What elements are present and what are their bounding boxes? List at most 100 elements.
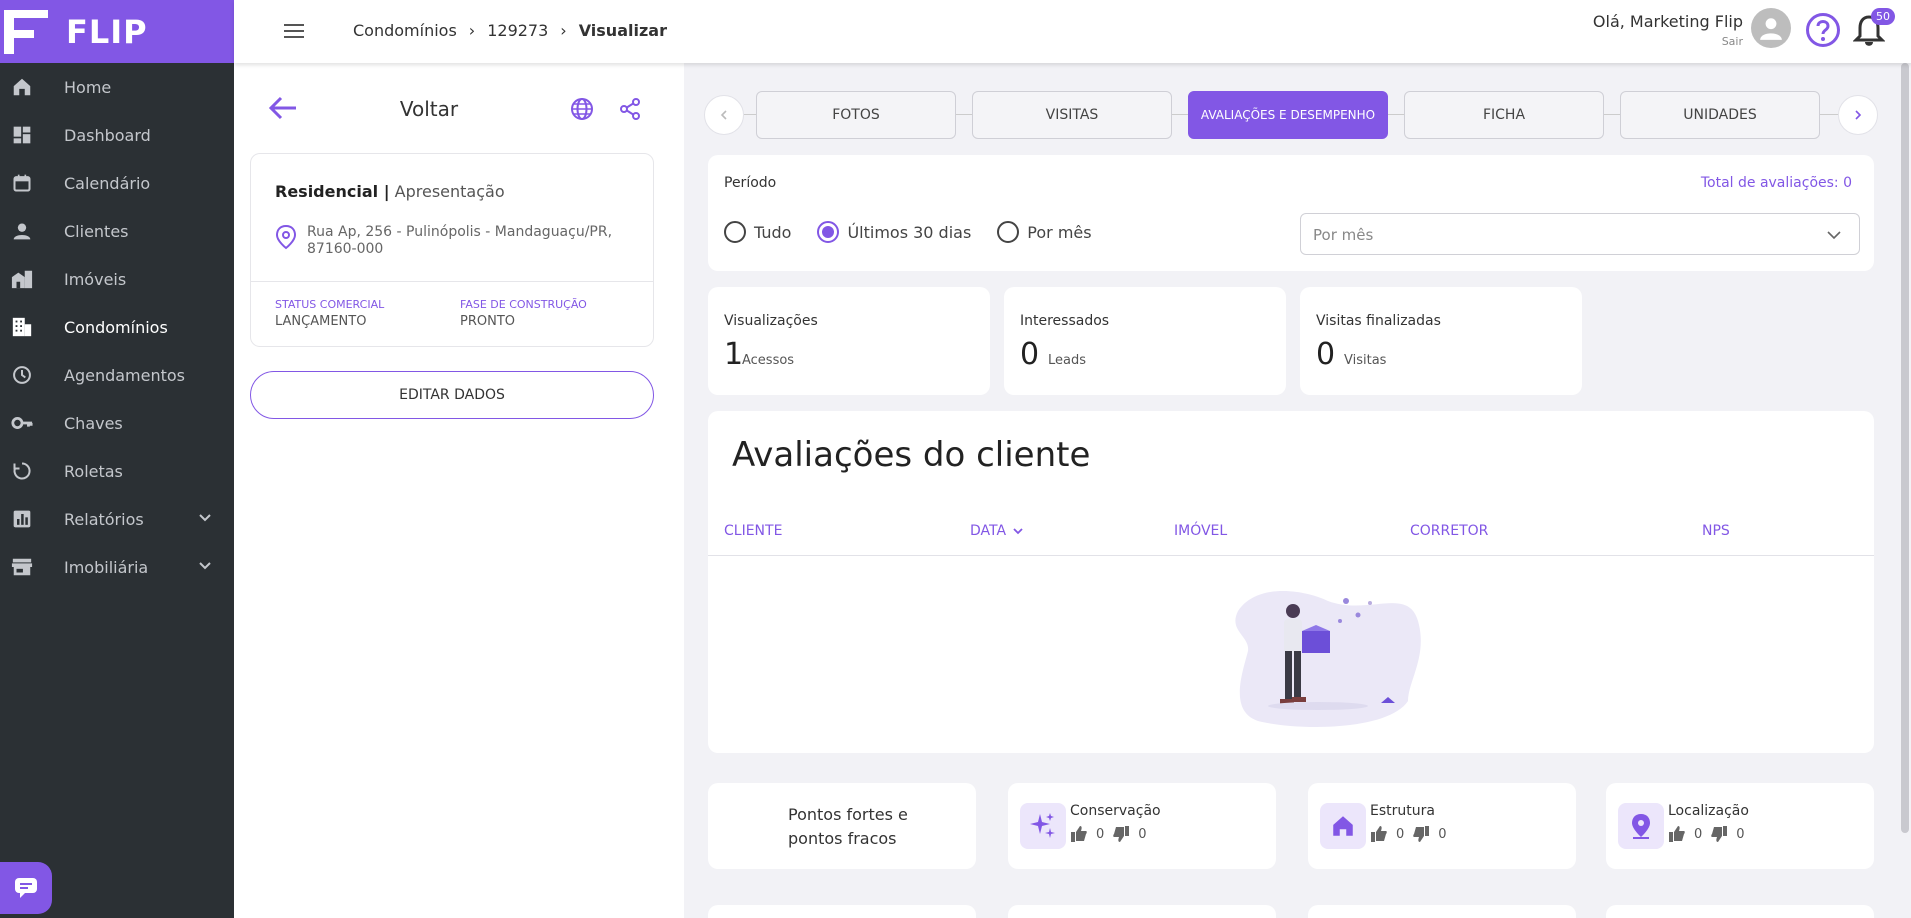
criterion-name: Conservação	[1070, 803, 1161, 819]
status-label: STATUS COMERCIAL	[275, 298, 385, 311]
sidebar-item-properties[interactable]: Imóveis	[0, 255, 234, 303]
tab-prev-button[interactable]	[704, 95, 744, 135]
flip-logo-icon	[4, 9, 48, 54]
notification-badge: 50	[1871, 8, 1895, 25]
stat-unit: Visitas	[1344, 353, 1387, 368]
location-pin-icon	[275, 224, 297, 250]
thumbs-up-icon[interactable]	[1370, 825, 1388, 843]
sidebar-item-agency[interactable]: Imobiliária	[0, 543, 234, 591]
tab-sheet[interactable]: FICHA	[1404, 91, 1604, 139]
logout-link[interactable]: Sair	[1593, 35, 1743, 48]
property-subtitle: Apresentação	[394, 182, 505, 201]
sidebar-item-home[interactable]: Home	[0, 63, 234, 111]
breadcrumb-condominiums[interactable]: Condomínios	[353, 21, 457, 40]
tab-next-button[interactable]	[1838, 95, 1878, 135]
down-count: 0	[1438, 826, 1447, 842]
property-panel: Voltar Residencial | Apresentação Rua Ap…	[234, 63, 684, 918]
sidebar-item-label: Condomínios	[64, 317, 168, 337]
total-reviews: Total de avaliações: 0	[1700, 175, 1852, 191]
thumbs-down-icon[interactable]	[1412, 825, 1430, 843]
divider	[708, 555, 1874, 556]
strengths-title-line: Pontos fortes e	[788, 805, 908, 824]
share-icon[interactable]	[618, 97, 642, 121]
radio-circle	[817, 221, 840, 243]
criterion-name: Estrutura	[1370, 803, 1435, 819]
sidebar-item-dashboard[interactable]: Dashboard	[0, 111, 234, 159]
phase-label: FASE DE CONSTRUÇÃO	[460, 298, 587, 311]
sidebar-item-label: Calendário	[64, 173, 151, 193]
stat-title: Visualizações	[724, 313, 818, 329]
tab-bar: FOTOS VISITAS AVALIAÇÕES E DESEMPENHO FI…	[704, 91, 1904, 139]
radio-label: Últimos 30 dias	[847, 222, 972, 242]
empty-box-illustration	[1235, 591, 1421, 727]
avatar[interactable]	[1751, 8, 1791, 48]
thumbs-up-icon[interactable]	[1668, 825, 1686, 843]
user-greeting: Olá, Marketing Flip Sair	[1593, 12, 1743, 48]
breadcrumb-id[interactable]: 129273	[487, 21, 548, 40]
sidebar-item-schedules[interactable]: Agendamentos	[0, 351, 234, 399]
thumbs-up-icon[interactable]	[1070, 825, 1088, 843]
stat-value: 1	[724, 337, 744, 372]
property-address: Rua Ap, 256 - Pulinópolis - Mandaguaçu/P…	[275, 224, 627, 258]
sidebar-item-label: Home	[64, 77, 112, 97]
chevron-right-icon	[1855, 110, 1862, 120]
column-date[interactable]: DATA	[970, 523, 1024, 539]
sidebar-item-condominiums[interactable]: Condomínios	[0, 303, 234, 351]
edit-data-button[interactable]: EDITAR DADOS	[250, 371, 654, 419]
thumbs-down-icon[interactable]	[1112, 825, 1130, 843]
clock-icon	[10, 363, 34, 387]
stat-value: 0	[1316, 337, 1336, 372]
sidebar: FLIP Home Dashboard Calendário Clientes …	[0, 0, 234, 918]
divider	[251, 281, 653, 282]
chevron-left-icon	[720, 110, 727, 120]
back-button[interactable]: Voltar	[234, 97, 624, 121]
sidebar-item-label: Relatórios	[64, 509, 144, 529]
stat-card-finished-visits: Visitas finalizadas 0 Visitas	[1300, 287, 1582, 395]
menu-icon[interactable]	[284, 22, 304, 40]
radio-by-month[interactable]: Por mês	[997, 221, 1092, 243]
thumbs-down-icon[interactable]	[1710, 825, 1728, 843]
column-client[interactable]: CLIENTE	[724, 523, 782, 539]
criterion-name: Localização	[1668, 803, 1749, 819]
tab-reviews-performance[interactable]: AVALIAÇÕES E DESEMPENHO	[1188, 91, 1388, 139]
logo[interactable]: FLIP	[0, 0, 234, 63]
column-nps[interactable]: NPS	[1702, 523, 1730, 539]
chat-button[interactable]	[0, 862, 52, 914]
brand-name: FLIP	[66, 12, 148, 51]
chevron-right-icon: ›	[560, 21, 567, 40]
up-count: 0	[1096, 826, 1105, 842]
main-content: FOTOS VISITAS AVALIAÇÕES E DESEMPENHO FI…	[684, 63, 1911, 918]
radio-all[interactable]: Tudo	[724, 221, 791, 243]
sidebar-item-reports[interactable]: Relatórios	[0, 495, 234, 543]
month-select[interactable]: Por mês	[1300, 213, 1860, 255]
client-reviews-card: Avaliações do cliente CLIENTE DATA IMÓVE…	[708, 411, 1874, 753]
radio-last-30-days[interactable]: Últimos 30 dias	[817, 221, 971, 243]
help-icon[interactable]	[1805, 12, 1841, 48]
stat-title: Visitas finalizadas	[1316, 313, 1441, 329]
tab-visits[interactable]: VISITAS	[972, 91, 1172, 139]
breadcrumb-current: Visualizar	[578, 21, 667, 40]
tab-units[interactable]: UNIDADES	[1620, 91, 1820, 139]
user-icon	[1760, 18, 1782, 40]
sidebar-item-clients[interactable]: Clientes	[0, 207, 234, 255]
property-type: Residencial |	[275, 182, 390, 201]
sidebar-item-calendar[interactable]: Calendário	[0, 159, 234, 207]
globe-icon[interactable]	[570, 97, 594, 121]
address-text: Rua Ap, 256 - Pulinópolis - Mandaguaçu/P…	[307, 224, 613, 257]
column-broker[interactable]: CORRETOR	[1410, 523, 1488, 539]
tab-photos[interactable]: FOTOS	[756, 91, 956, 139]
sidebar-item-roulettes[interactable]: Roletas	[0, 447, 234, 495]
period-options: Tudo Últimos 30 dias Por mês	[724, 221, 1092, 243]
select-placeholder: Por mês	[1313, 226, 1374, 244]
criterion-structure: Estrutura 0 0	[1308, 783, 1576, 869]
house-icon	[1320, 803, 1366, 849]
sidebar-item-label: Clientes	[64, 221, 129, 241]
sidebar-item-keys[interactable]: Chaves	[0, 399, 234, 447]
chevron-down-icon	[199, 514, 211, 522]
key-icon	[10, 411, 34, 435]
up-count: 0	[1694, 826, 1703, 842]
sort-down-icon	[1013, 528, 1023, 535]
column-property[interactable]: IMÓVEL	[1174, 523, 1227, 539]
period-filter: Período Total de avaliações: 0 Tudo Últi…	[708, 155, 1874, 271]
page-scrollbar[interactable]	[1901, 63, 1909, 833]
